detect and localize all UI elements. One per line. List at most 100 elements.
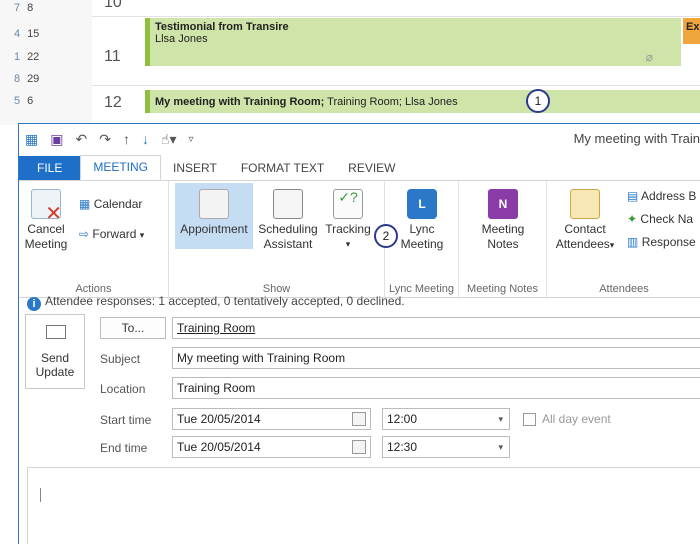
day-number[interactable]: 15 <box>27 28 53 40</box>
info-icon: i <box>27 297 41 311</box>
mini-calendar-row: 8 29 <box>14 73 53 85</box>
down-arrow-icon[interactable]: ↓ <box>142 131 149 147</box>
attendee-responses-text: Attendee responses: 1 accepted, 0 tentat… <box>45 294 405 308</box>
calendar-icon[interactable]: ▦ <box>25 131 38 148</box>
tracking-button[interactable]: ✓? Tracking ▾ <box>321 189 375 252</box>
button-label: Check Na <box>640 212 694 226</box>
to-button[interactable]: To... <box>100 317 166 339</box>
appointment-button[interactable]: Appointment <box>175 183 253 249</box>
chevron-down-icon[interactable]: ▾ <box>498 409 503 429</box>
calendar-background: 7 8 4 15 1 22 8 29 5 6 10 11 12 Testimon… <box>0 0 700 125</box>
button-label: Tracking <box>325 222 371 236</box>
end-time-value: 12:30 <box>387 440 418 454</box>
tab-format-text[interactable]: FORMAT TEXT <box>229 157 336 180</box>
scheduling-assistant-button[interactable]: Scheduling Assistant <box>255 189 321 252</box>
week-number: 4 <box>14 28 21 40</box>
text-caret <box>40 488 41 502</box>
calendar-picker-icon[interactable] <box>352 440 366 454</box>
onenote-icon: N <box>488 189 518 219</box>
recipient[interactable]: Training Room <box>177 321 255 335</box>
start-date-field[interactable]: Tue 20/05/2014 <box>172 408 371 430</box>
appointment-my-meeting[interactable]: My meeting with Training Room; Training … <box>145 90 700 113</box>
forward-button[interactable]: ⇨ Forward ▾ <box>79 227 144 241</box>
day-number[interactable]: 8 <box>27 2 53 14</box>
all-day-checkbox[interactable] <box>523 413 536 426</box>
week-number: 7 <box>14 2 21 14</box>
info-bar: i Attendee responses: 1 accepted, 0 tenta… <box>27 294 405 311</box>
customize-icon[interactable]: ▿ <box>189 134 194 145</box>
ribbon: ✕ Cancel Meeting ▦ Calendar ⇨ Forward ▾ … <box>19 180 700 299</box>
tab-insert[interactable]: INSERT <box>161 157 229 180</box>
button-label: Calendar <box>93 197 143 211</box>
contact-icon <box>570 189 600 219</box>
appointment-testimonial[interactable]: Testimonial from Transire Llsa Jones ⌀ <box>145 18 681 66</box>
check-names-icon: ✦ <box>627 212 638 226</box>
callout-badge: 1 <box>526 89 550 113</box>
calendar-button[interactable]: ▦ Calendar <box>79 197 142 211</box>
chevron-down-icon: ▾ <box>139 230 145 240</box>
mini-calendar-row: 7 8 <box>14 2 53 14</box>
contact-attendees-button[interactable]: Contact Attendees▾ <box>553 189 617 253</box>
button-label: Response <box>641 235 696 249</box>
up-arrow-icon[interactable]: ↑ <box>123 131 130 147</box>
meeting-window: ▦ ▣ ↶ ↷ ↑ ↓ ☝▾ ▿ My meeting with Train F… <box>18 123 700 544</box>
start-time-value: 12:00 <box>387 412 418 426</box>
tab-review[interactable]: REVIEW <box>336 157 407 180</box>
end-time-select[interactable]: 12:30 ▾ <box>382 436 510 458</box>
save-icon[interactable]: ▣ <box>50 131 63 148</box>
response-options-button[interactable]: ▥ Response <box>627 235 696 249</box>
send-update-button[interactable]: Send Update <box>25 314 85 389</box>
to-field[interactable]: Training Room <box>172 317 700 339</box>
calendar-icon: ▦ <box>79 197 91 211</box>
start-time-select[interactable]: 12:00 ▾ <box>382 408 510 430</box>
redo-icon[interactable]: ↷ <box>99 131 111 148</box>
appointment-other[interactable]: Ex <box>683 18 700 44</box>
check-names-button[interactable]: ✦ Check Na <box>627 212 693 226</box>
cancel-meeting-button[interactable]: ✕ Cancel Meeting <box>21 189 71 252</box>
end-date-field[interactable]: Tue 20/05/2014 <box>172 436 371 458</box>
lync-icon: L <box>407 189 437 219</box>
undo-icon[interactable]: ↶ <box>75 131 87 148</box>
address-book-button[interactable]: ▤ Address B <box>627 189 696 203</box>
group-meeting-notes: N Meeting Notes Meeting Notes <box>459 181 547 299</box>
mini-calendar: 7 8 4 15 1 22 8 29 5 6 <box>0 0 92 125</box>
lync-meeting-button[interactable]: L Lync Meeting <box>393 189 451 252</box>
button-label: Appointment <box>180 222 248 236</box>
touch-icon[interactable]: ☝▾ <box>161 131 177 148</box>
scheduling-icon <box>273 189 303 219</box>
button-label: Send <box>40 351 70 365</box>
appointment-title: My meeting with Training Room; <box>155 96 325 108</box>
paperclip-icon: ⌀ <box>645 50 653 64</box>
message-body[interactable] <box>27 467 700 544</box>
button-label: Meeting <box>481 222 525 236</box>
chevron-down-icon: ▾ <box>345 239 351 249</box>
appointment-details: Training Room; Llsa Jones <box>324 96 458 108</box>
chevron-down-icon[interactable]: ▾ <box>498 437 503 457</box>
week-number: 1 <box>14 51 21 63</box>
callout-badge: 2 <box>374 224 398 248</box>
group-show: Appointment Scheduling Assistant ✓? Trac… <box>169 181 385 299</box>
all-day-label: All day event <box>542 412 611 426</box>
tab-file[interactable]: FILE <box>19 156 81 180</box>
day-number[interactable]: 29 <box>27 73 53 85</box>
meeting-notes-button[interactable]: N Meeting Notes <box>475 189 531 252</box>
day-number[interactable]: 6 <box>27 95 53 107</box>
subject-field[interactable]: My meeting with Training Room <box>172 347 700 369</box>
cancel-meeting-icon: ✕ <box>31 189 62 224</box>
tab-meeting[interactable]: MEETING <box>80 155 162 180</box>
button-label: Meeting <box>400 237 444 251</box>
subject-label: Subject <box>100 352 141 366</box>
group-label: Meeting Notes <box>467 283 538 295</box>
group-actions: ✕ Cancel Meeting ▦ Calendar ⇨ Forward ▾ … <box>19 181 169 299</box>
week-number: 8 <box>14 73 21 85</box>
appointment-title: Testimonial from Transire <box>155 21 289 33</box>
end-date-value: Tue 20/05/2014 <box>177 440 261 454</box>
calendar-picker-icon[interactable] <box>352 412 366 426</box>
location-field[interactable]: Training Room <box>172 377 700 399</box>
day-number[interactable]: 22 <box>27 51 53 63</box>
button-label: Forward <box>92 227 137 241</box>
button-label: Scheduling <box>258 222 318 236</box>
envelope-icon <box>46 325 66 339</box>
appointment-attendee: Llsa Jones <box>155 33 208 45</box>
button-label: Meeting <box>24 237 68 251</box>
